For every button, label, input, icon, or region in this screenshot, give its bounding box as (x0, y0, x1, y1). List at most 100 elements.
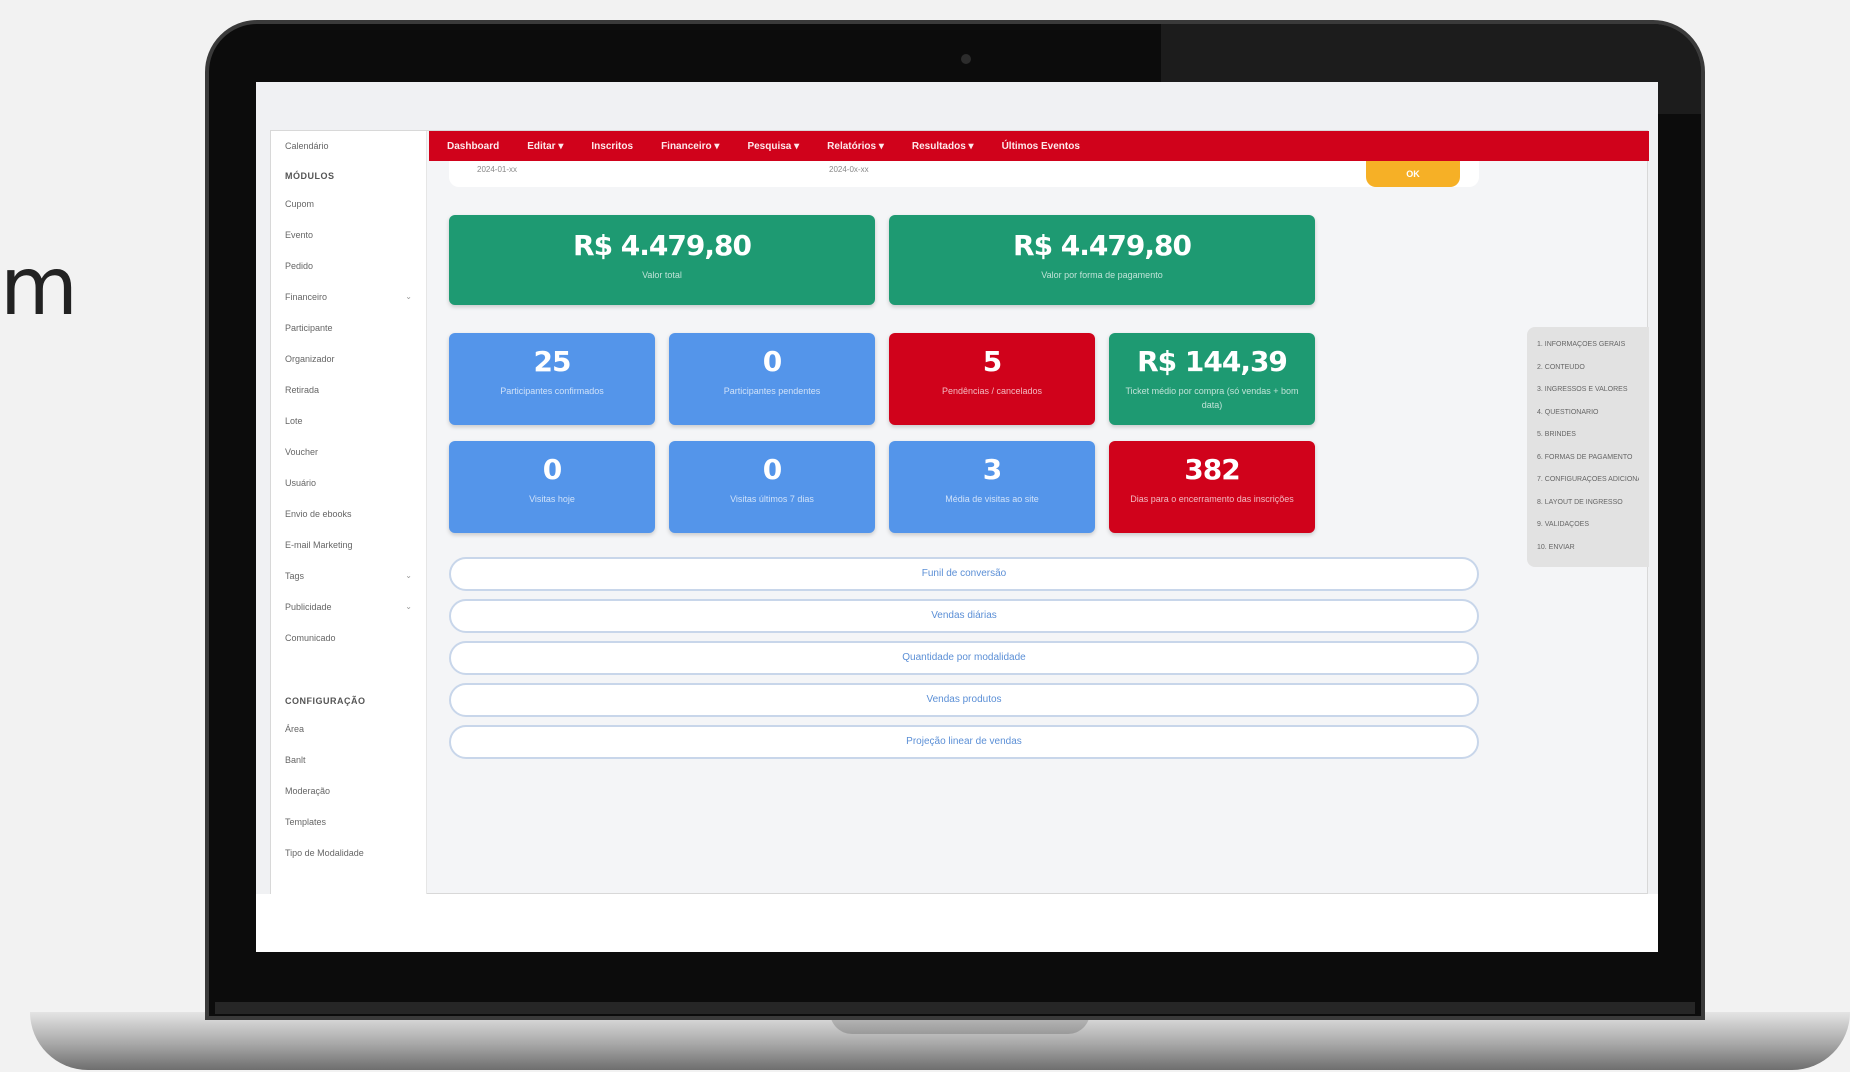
sidebar-item-label: Banlt (285, 755, 306, 765)
sidebar-config-item[interactable]: Tipo de Modalidade (285, 846, 412, 877)
nav-item[interactable]: Resultados ▾ (912, 141, 974, 152)
chevron-down-icon: ⌄ (405, 571, 412, 580)
sidebar-item-e-mail-marketing[interactable]: E-mail Marketing (285, 538, 412, 569)
nav-item[interactable]: Financeiro ▾ (661, 141, 719, 152)
stat-card: 0 Visitas hoje (449, 441, 655, 533)
sidebar-item-calendar[interactable]: Calendário (285, 139, 412, 153)
sidebar-item-cupom[interactable]: Cupom (285, 197, 412, 228)
sidebar-item-label: Calendário (285, 141, 329, 151)
step-link[interactable]: 8. LAYOUT DE INGRESSO (1537, 499, 1639, 522)
sidebar-item-label: Usuário (285, 478, 317, 488)
sidebar-item-label: Evento (285, 230, 314, 240)
stat-card: R$ 4.479,80 Valor total (449, 215, 875, 305)
sidebar-item-voucher[interactable]: Voucher (285, 445, 412, 476)
sidebar-item-evento[interactable]: Evento (285, 228, 412, 259)
sidebar-item-tags[interactable]: Tags ⌄ (285, 569, 412, 600)
stat-value: 25 (533, 345, 572, 378)
sidebar-item-label: Comunicado (285, 633, 336, 643)
sidebar-config-item[interactable]: Moderação (285, 784, 412, 815)
stat-card: 0 Visitas últimos 7 dias (669, 441, 875, 533)
sidebar-item-label: Voucher (285, 447, 319, 457)
nav-item[interactable]: Inscritos (591, 141, 633, 152)
stat-label: Participantes pendentes (723, 386, 821, 396)
stat-label: Pendências / cancelados (941, 386, 1043, 396)
stat-label: Dias para o encerramento das inscrições (1130, 494, 1294, 504)
step-link[interactable]: 4. QUESTIONÁRIO (1537, 409, 1639, 432)
step-link[interactable]: 1. INFORMAÇÕES GERAIS (1537, 341, 1639, 364)
date-filter-bar: 2024-01-xx 2024-0x-xx (449, 161, 1479, 187)
stat-card: 0 Participantes pendentes (669, 333, 875, 425)
end-date-field[interactable]: 2024-0x-xx (829, 165, 869, 174)
stat-value: 0 (762, 453, 782, 486)
nav-item[interactable]: Relatórios ▾ (827, 141, 884, 152)
sidebar-item-comunicado[interactable]: Comunicado (285, 631, 412, 662)
step-link[interactable]: 2. CONTEÚDO (1537, 364, 1639, 387)
stat-label: Visitas hoje (529, 494, 575, 504)
stat-value: R$ 144,39 (1137, 345, 1288, 378)
sidebar-item-label: Moderação (285, 786, 331, 796)
sidebar-item-financeiro[interactable]: Financeiro ⌄ (285, 290, 412, 321)
camera-icon (961, 54, 971, 64)
stat-label: Valor total (642, 270, 682, 280)
stat-card: 3 Média de visitas ao site (889, 441, 1095, 533)
stat-value: 5 (982, 345, 1002, 378)
step-link[interactable]: 10. ENVIAR (1537, 544, 1639, 567)
sidebar-config-item[interactable]: Área (285, 722, 412, 753)
step-link[interactable]: 9. VALIDAÇÕES (1537, 521, 1639, 544)
stat-label: Média de visitas ao site (945, 494, 1039, 504)
sidebar-item-participante[interactable]: Participante (285, 321, 412, 352)
step-link[interactable]: 6. FORMAS DE PAGAMENTO (1537, 454, 1639, 477)
stat-card: 382 Dias para o encerramento das inscriçõ… (1109, 441, 1315, 533)
nav-item[interactable]: Últimos Eventos (1002, 141, 1080, 152)
sidebar-item-publicidade[interactable]: Publicidade ⌄ (285, 600, 412, 631)
laptop-hinge (215, 1002, 1695, 1014)
stat-value: 0 (542, 453, 562, 486)
sidebar-item-label: Área (285, 724, 305, 734)
sidebar-item-label: Templates (285, 817, 327, 827)
event-steps-panel: 1. INFORMAÇÕES GERAIS 2. CONTEÚDO 3. INGRE… (1527, 327, 1649, 567)
stat-label: Visitas últimos 7 dias (730, 494, 814, 504)
start-date-field[interactable]: 2024-01-xx (477, 165, 517, 174)
report-pill-button[interactable]: Quantidade por modalidade (449, 641, 1479, 675)
sidebar-item-label: Tags (285, 571, 305, 581)
sidebar-item-lote[interactable]: Lote (285, 414, 412, 445)
sidebar-item-retirada[interactable]: Retirada (285, 383, 412, 414)
sidebar-config-list: Área Banlt Moderação Templates Tipo de Modal… (285, 722, 412, 877)
report-pill-button[interactable]: Vendas produtos (449, 683, 1479, 717)
stat-value: 382 (1184, 453, 1240, 486)
report-pill-button[interactable]: Projeção linear de vendas (449, 725, 1479, 759)
sidebar-config-item[interactable]: Banlt (285, 753, 412, 784)
stat-card: R$ 144,39 Ticket médio por compra (só ven… (1109, 333, 1315, 425)
sidebar-section-modules: MÓDULOS (285, 171, 335, 181)
sidebar-item-label: Retirada (285, 385, 320, 395)
stat-card: 25 Participantes confirmados (449, 333, 655, 425)
sidebar: Calendário MÓDULOS Cupom Evento Pedido Fina… (271, 131, 427, 895)
stat-label: Valor por forma de pagamento (1041, 270, 1163, 280)
stat-value: R$ 4.479,80 (1013, 229, 1192, 262)
sidebar-item-usu-rio[interactable]: Usuário (285, 476, 412, 507)
stat-value: 3 (982, 453, 1002, 486)
step-link[interactable]: 5. BRINDES (1537, 431, 1639, 454)
sidebar-config-item[interactable]: Templates (285, 815, 412, 846)
step-link[interactable]: 3. INGRESSOS E VALORES (1537, 386, 1639, 409)
sidebar-item-label: Publicidade (285, 602, 332, 612)
sidebar-item-label: Lote (285, 416, 303, 426)
filter-ok-button[interactable]: OK (1366, 161, 1460, 187)
nav-item[interactable]: Pesquisa ▾ (747, 141, 799, 152)
nav-item[interactable]: Dashboard (447, 141, 499, 152)
nav-item[interactable]: Editar ▾ (527, 141, 563, 152)
stat-card: R$ 4.479,80 Valor por forma de pagamento (889, 215, 1315, 305)
sidebar-item-label: E-mail Marketing (285, 540, 353, 550)
sidebar-item-envio-de-ebooks[interactable]: Envio de ebooks (285, 507, 412, 538)
sidebar-item-organizador[interactable]: Organizador (285, 352, 412, 383)
stat-card: 5 Pendências / cancelados (889, 333, 1095, 425)
sidebar-item-pedido[interactable]: Pedido (285, 259, 412, 290)
report-pill-button[interactable]: Vendas diárias (449, 599, 1479, 633)
sidebar-module-list: Cupom Evento Pedido Financeiro ⌄ Participante… (285, 197, 412, 662)
step-link[interactable]: 7. CONFIGURAÇÕES ADICIONAIS (1537, 476, 1639, 499)
sidebar-item-label: Participante (285, 323, 333, 333)
promo-stage: m Calendário MÓDULOS Cupom Evento Pedido Fi… (0, 0, 1850, 1072)
sidebar-item-label: Financeiro (285, 292, 328, 302)
stat-value: R$ 4.479,80 (573, 229, 752, 262)
report-pill-button[interactable]: Funil de conversão (449, 557, 1479, 591)
